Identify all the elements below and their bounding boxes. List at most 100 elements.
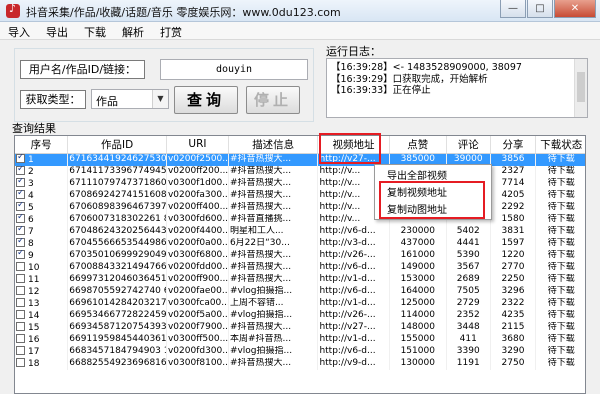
row-checkbox[interactable] (16, 165, 25, 175)
cell-index: 8 (15, 237, 69, 250)
cell-shares: 1580 (490, 213, 537, 226)
table-row[interactable]: 11 6699731204603645187v0200ff900...#抖音热搜大… (15, 273, 585, 286)
menu-bar: 导入 导出 下载 解析 打赏 (0, 22, 600, 40)
table-row[interactable]: 3 6711107974737186055v0300f1d00...#抖音热搜大.… (15, 177, 585, 190)
cell-index: 4 (15, 189, 69, 202)
table-row[interactable]: 7 6704862432025644301v0200f4400...明星和工人..… (15, 225, 585, 238)
row-checkbox[interactable] (16, 153, 25, 163)
log-line: 【16:39:28】<- 1483528909000, 38097 (331, 62, 522, 73)
row-checkbox[interactable] (16, 213, 25, 223)
row-checkbox[interactable] (16, 345, 25, 355)
table-row[interactable]: 8 6704556665354498600v0200f0a00...6月22日“3… (15, 237, 585, 250)
column-header[interactable]: 序号 (15, 136, 69, 154)
row-checkbox[interactable] (16, 321, 25, 331)
cell-shares: 1597 (490, 237, 537, 250)
row-checkbox[interactable] (16, 309, 25, 319)
cell-status: 待下载 (535, 357, 585, 370)
table-row[interactable]: 5 6706089839646739724v0200ff400...#抖音热搜大.… (15, 201, 585, 214)
scroll-thumb[interactable] (577, 72, 585, 102)
cell-comments: 7505 (446, 285, 491, 298)
cell-uri: v0300f6800... (166, 249, 229, 262)
cell-status: 待下载 (535, 309, 585, 322)
cell-likes: 164000 (389, 285, 447, 298)
menu-copy-video-url[interactable]: 复制视频地址 (375, 186, 491, 201)
chevron-down-icon[interactable]: ▼ (152, 90, 168, 108)
table-row[interactable]: 10 6700884332149476622v0200fdd00...#抖音热搜大… (15, 261, 585, 274)
cell-index: 12 (15, 285, 69, 298)
row-checkbox[interactable] (16, 357, 25, 367)
maximize-button[interactable]: □ (527, 0, 553, 18)
close-button[interactable]: ✕ (554, 0, 596, 18)
table-row[interactable]: 12 6698705592742740 60 v0200fae00... #vlog拍… (15, 285, 585, 298)
type-select[interactable]: 作品 ▼ (91, 89, 169, 109)
row-checkbox[interactable] (16, 261, 25, 271)
cell-uri: v0200fd300... (166, 345, 229, 358)
cell-id: 6716344192462753035 (67, 153, 167, 166)
row-checkbox[interactable] (16, 177, 25, 187)
cell-desc: 明星和工人... (228, 225, 319, 238)
stop-button[interactable]: 停止 (246, 86, 300, 114)
cell-desc: #抖音热搜大... (228, 261, 319, 274)
cell-desc: #vlog拍摄指... (228, 345, 319, 358)
cell-likes: 130000 (389, 357, 447, 370)
cell-uri: v0300fd600... (166, 213, 229, 226)
type-label: 获取类型： (20, 90, 86, 109)
cell-video-url: http://v1-d... (317, 297, 390, 310)
log-scrollbar[interactable] (574, 59, 587, 117)
menu-download[interactable]: 下载 (76, 22, 114, 39)
menu-export[interactable]: 导出 (38, 22, 76, 39)
cell-id: 6691195984544036109 (67, 333, 167, 346)
cell-id: 6708692427415160844 (67, 189, 167, 202)
menu-export-all-videos[interactable]: 导出全部视频 (375, 169, 491, 184)
cell-shares: 3296 (490, 285, 537, 298)
row-checkbox[interactable] (16, 237, 25, 247)
column-header[interactable]: 点赞 (389, 136, 447, 154)
cell-index: 11 (15, 273, 69, 286)
row-checkbox[interactable] (16, 285, 25, 295)
row-checkbox[interactable] (16, 273, 25, 283)
minimize-button[interactable]: — (500, 0, 526, 18)
type-select-value: 作品 (96, 95, 118, 108)
column-header[interactable]: 描述信息 (228, 136, 319, 154)
table-row[interactable]: 18 6688255492369681676v0300f8100...#抖音热搜大… (15, 357, 585, 370)
table-row[interactable]: 13 6696101428420321796v0300fca00...上周不容错.… (15, 297, 585, 310)
table-row[interactable]: 6 6706007318302261 83v0300fd600...#抖音直播挑.… (15, 213, 585, 226)
table-row[interactable]: 16 6691195984544036109v0300ff500...本周#抖音热… (15, 333, 585, 346)
table-row[interactable]: 15 6693458712075439364v0200f7900...#抖音热搜大… (15, 321, 585, 334)
column-header[interactable]: 作品ID (67, 136, 167, 154)
cell-likes: 125000 (389, 297, 447, 310)
table-row[interactable]: 1 6716344192462753035v0200f2500...#抖音热搜大.… (15, 153, 585, 166)
table-row[interactable]: 4 6708692427415160844v0200fa300...#抖音热搜大.… (15, 189, 585, 202)
table-row[interactable]: 14 6695346677282245902v0200f5a00...#vlog拍… (15, 309, 585, 322)
menu-parse[interactable]: 解析 (114, 22, 152, 39)
url-input[interactable]: douyin (160, 59, 308, 80)
table-row[interactable]: 9 6703501069992904973v0300f6800...#抖音热搜大.… (15, 249, 585, 262)
cell-likes: 153000 (389, 273, 447, 286)
table-row[interactable]: 2 6714117339677494536v0200ff200...#抖音热搜大.… (15, 165, 585, 178)
cell-uri: v0200fdd00... (166, 261, 229, 274)
row-checkbox[interactable] (16, 297, 25, 307)
row-checkbox[interactable] (16, 333, 25, 343)
menu-donate[interactable]: 打赏 (152, 22, 190, 39)
row-checkbox[interactable] (16, 249, 25, 259)
cell-id: 6700884332149476622 (67, 261, 167, 274)
row-checkbox[interactable] (16, 201, 25, 211)
table-row[interactable]: 17 6683457184794903 18 v0200fd300... #vlog拍… (15, 345, 585, 358)
menu-import[interactable]: 导入 (0, 22, 38, 39)
log-line: 【16:39:29】口获取完成，开始解析 (331, 73, 488, 85)
column-header[interactable]: URI (166, 136, 229, 154)
query-button[interactable]: 查询 (174, 86, 238, 114)
column-header[interactable]: 下载状态 (535, 136, 585, 154)
column-header[interactable]: 视频地址 (317, 136, 390, 154)
cell-id: 6688255492369681676 (67, 357, 167, 370)
title-bar: 抖音采集/作品/收藏/话题/音乐 零度娱乐网：www.0du123.com — … (0, 0, 600, 22)
row-index: 11 (28, 274, 40, 285)
cell-comments: 4441 (446, 237, 491, 250)
menu-copy-gif-url[interactable]: 复制动图地址 (375, 203, 491, 218)
cell-status: 待下载 (535, 273, 585, 286)
row-checkbox[interactable] (16, 189, 25, 199)
row-checkbox[interactable] (16, 225, 25, 235)
cell-desc: #抖音热搜大... (228, 273, 319, 286)
column-header[interactable]: 评论 (446, 136, 491, 154)
column-header[interactable]: 分享 (490, 136, 537, 154)
